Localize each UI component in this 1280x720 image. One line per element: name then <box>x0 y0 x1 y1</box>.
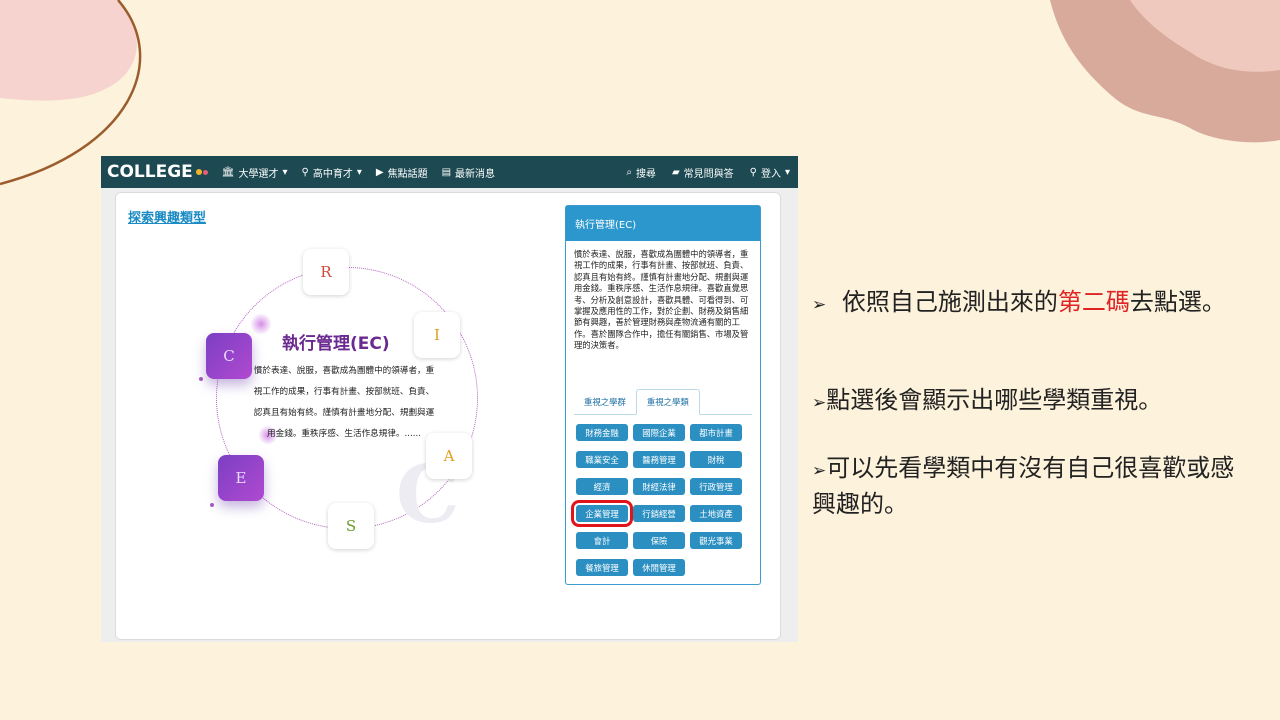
decorative-blob <box>250 313 272 335</box>
major-button-highlighted[interactable]: 企業管理 <box>571 500 633 527</box>
major-button[interactable]: 會計 <box>576 532 628 549</box>
riasec-letter: I <box>434 326 440 344</box>
nav-focus[interactable]: ▶ 焦點話題 <box>376 165 428 180</box>
bullet-1-highlight: 第二碼 <box>1057 288 1130 316</box>
site-logo[interactable]: COLLEGE <box>107 162 208 182</box>
major-button[interactable]: 國際企業 <box>633 424 685 441</box>
riasec-card-i[interactable]: I <box>414 312 460 358</box>
panel-title: 執行管理(EC) <box>566 206 760 241</box>
nav-login-label: 登入 <box>760 168 781 180</box>
bullet-1: ➢ 依照自己施測出來的第二碼去點選。 <box>812 286 1252 322</box>
user-icon: ⚲ <box>749 166 757 178</box>
major-button[interactable]: 保險 <box>633 532 685 549</box>
chat-icon: ▰ <box>671 166 680 178</box>
chevron-down-icon: ▾ <box>784 166 790 178</box>
riasec-letter: R <box>320 263 332 281</box>
major-button[interactable]: 經濟 <box>576 478 628 495</box>
nav-highschool[interactable]: ⚲ 高中育才 ▾ <box>302 165 362 180</box>
riasec-letter: A <box>443 447 455 465</box>
search-icon: ⌕ <box>626 166 632 178</box>
nav-news[interactable]: ▤ 最新消息 <box>442 165 495 180</box>
riasec-letter: S <box>345 517 357 535</box>
majors-grid: 財務金融 國際企業 都市計畫 職業安全 醫務管理 財稅 經濟 財經法律 行政管理… <box>571 424 752 576</box>
nav-search[interactable]: ⌕ 搜尋 <box>626 165 656 180</box>
nav-search-label: 搜尋 <box>635 168 656 180</box>
bullet-1-text-after: 去點選。 <box>1129 288 1226 316</box>
riasec-card-e[interactable]: E <box>218 455 264 501</box>
content-card: 探索興趣類型 C R I A S E C 執行管理(EC) 慣於表達、說服，喜歡… <box>115 192 781 640</box>
arrow-bullet-icon: ➢ <box>812 393 827 413</box>
riasec-letter: C <box>223 347 235 365</box>
nav-faq-label: 常見問與答 <box>683 168 734 180</box>
major-button[interactable]: 醫務管理 <box>633 451 685 468</box>
arrow-bullet-icon: ➢ <box>812 461 827 481</box>
website-screenshot: COLLEGE 🏛 大學選才 ▾ ⚲ 高中育才 ▾ ▶ 焦點話題 ▤ 最新消息 ⌕ … <box>101 156 798 642</box>
major-button[interactable]: 土地資產 <box>690 505 742 522</box>
major-button[interactable]: 財務金融 <box>576 424 628 441</box>
panel-tabs: 重視之學群 重視之學類 <box>574 389 752 415</box>
tab-groups[interactable]: 重視之學群 <box>574 389 636 414</box>
major-button[interactable]: 職業安全 <box>576 451 628 468</box>
major-button[interactable]: 餐旅管理 <box>576 559 628 576</box>
bullet-3-text: 可以先看學類中有沒有自己很喜歡或感興趣的。 <box>812 454 1235 518</box>
news-icon: ▤ <box>441 166 452 178</box>
major-button[interactable]: 財稅 <box>690 451 742 468</box>
major-button[interactable]: 財經法律 <box>633 478 685 495</box>
arrow-bullet-icon: ➢ <box>812 295 827 315</box>
nav-university[interactable]: 🏛 大學選才 ▾ <box>222 165 288 180</box>
explore-interest-link[interactable]: 探索興趣類型 <box>128 207 206 226</box>
bullet-2-text: 點選後會顯示出哪些學類重視。 <box>826 386 1163 414</box>
bullet-3: ➢可以先看學類中有沒有自己很喜歡或感興趣的。 <box>812 452 1252 521</box>
major-button[interactable]: 行銷經營 <box>633 505 685 522</box>
type-description: 慣於表達、說服，喜歡成為團體中的領導者，重視工作的成果，行事有計畫、按部就班、負… <box>253 366 435 439</box>
decorative-dot <box>199 377 203 381</box>
nav-faq[interactable]: ▰ 常見問與答 <box>672 165 734 180</box>
tab-majors[interactable]: 重視之學類 <box>635 389 700 415</box>
bullet-1-text-before: 依照自己施測出來的 <box>834 288 1058 316</box>
nav-highschool-label: 高中育才 <box>312 168 353 180</box>
major-button[interactable]: 都市計畫 <box>690 424 742 441</box>
major-button[interactable]: 行政管理 <box>690 478 742 495</box>
riasec-letter: E <box>235 469 247 487</box>
nav-news-label: 最新消息 <box>455 168 496 180</box>
nav-login[interactable]: ⚲ 登入 ▾ <box>750 165 790 180</box>
panel-description: 慣於表達、說服，喜歡成為團體中的領導者，重視工作的成果，行事有計畫、按部就班、負… <box>574 249 749 351</box>
navbar: COLLEGE 🏛 大學選才 ▾ ⚲ 高中育才 ▾ ▶ 焦點話題 ▤ 最新消息 ⌕ … <box>101 156 798 188</box>
major-button[interactable]: 觀光事業 <box>690 532 742 549</box>
decorative-blob-top-right <box>1050 0 1280 143</box>
logo-text: COLLEGE <box>107 162 193 182</box>
logo-dot-icon <box>202 169 208 175</box>
logo-dot-icon <box>195 169 202 175</box>
riasec-card-s[interactable]: S <box>328 503 374 549</box>
chevron-down-icon: ▾ <box>356 166 362 178</box>
riasec-card-r[interactable]: R <box>303 249 349 295</box>
chevron-down-icon: ▾ <box>282 166 288 178</box>
type-title: 執行管理(EC) <box>282 334 390 354</box>
play-icon: ▶ <box>375 166 384 178</box>
type-detail-panel: 執行管理(EC) 慣於表達、說服，喜歡成為團體中的領導者，重視工作的成果，行事有… <box>565 205 761 585</box>
major-button[interactable]: 休閒管理 <box>633 559 685 576</box>
nav-focus-label: 焦點話題 <box>387 168 428 180</box>
riasec-card-c[interactable]: C <box>206 333 252 379</box>
user-icon: ⚲ <box>301 166 309 178</box>
decorative-dot <box>210 503 214 507</box>
nav-university-label: 大學選才 <box>238 168 279 180</box>
bullet-2: ➢點選後會顯示出哪些學類重視。 <box>812 384 1252 420</box>
university-icon: 🏛 <box>221 166 235 178</box>
